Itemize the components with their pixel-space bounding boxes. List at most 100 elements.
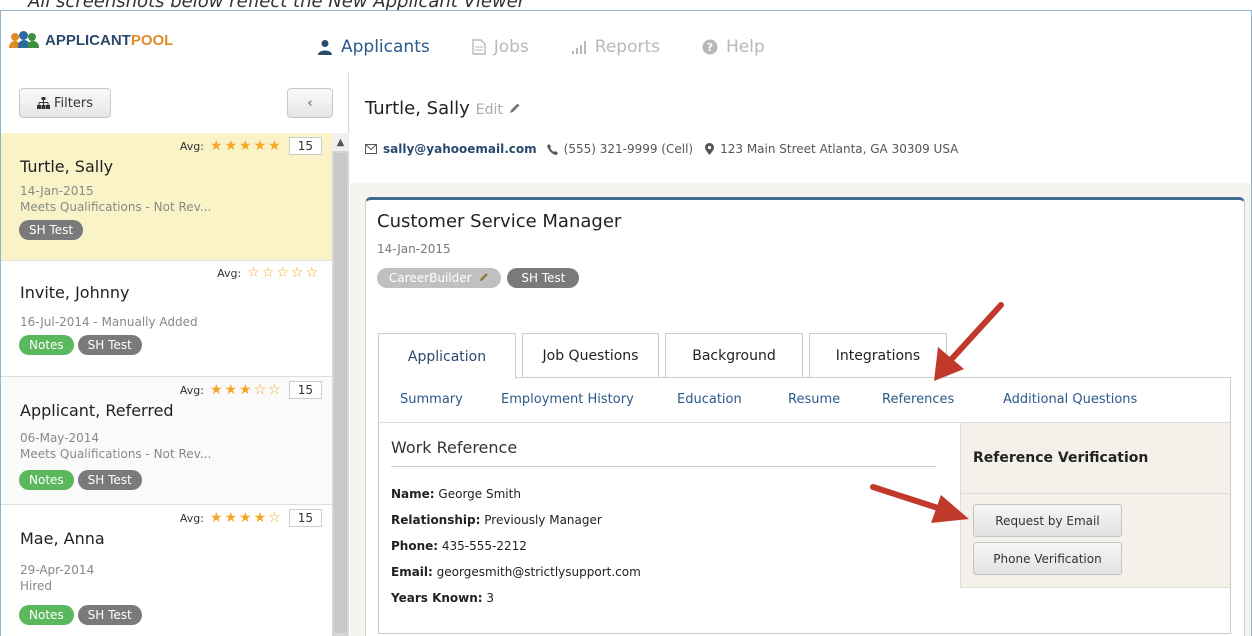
filters-label: Filters	[54, 95, 93, 111]
collapse-sidebar-button[interactable]: ‹	[287, 88, 333, 118]
applicant-card[interactable]: Avg: ★★★★☆ 15 Mae, Anna 29-Apr-2014 Hire…	[1, 505, 332, 636]
nav-applicants-label: Applicants	[341, 37, 430, 57]
work-reference: Work Reference Name: George Smith Relati…	[391, 438, 936, 611]
reference-years-label: Years Known:	[391, 591, 483, 605]
applicant-sidebar: Filters ‹ Avg: ★★★★★ 15 Turtle, Sally 14…	[1, 73, 349, 636]
applicant-date: 06-May-2014	[20, 431, 100, 445]
star-rating: ★★★★★	[209, 138, 283, 154]
reference-verification-panel: Reference Verification Request by Email …	[960, 423, 1231, 588]
nav-applicants[interactable]: Applicants	[317, 37, 430, 57]
filters-button[interactable]: Filters	[19, 88, 111, 118]
document-icon	[472, 39, 486, 55]
reference-years-row: Years Known: 3	[391, 585, 936, 611]
score-count: 15	[288, 509, 322, 527]
applicant-status: Hired	[20, 579, 53, 593]
subtab-references[interactable]: References	[882, 392, 954, 407]
star-rating: ☆☆☆☆☆	[247, 265, 320, 281]
tag-notes[interactable]: Notes	[19, 335, 74, 355]
tag-sh-test[interactable]: SH Test	[77, 335, 142, 355]
subtab-education[interactable]: Education	[677, 392, 742, 407]
reference-email: georgesmith@strictlysupport.com	[436, 565, 641, 579]
tab-content: Summary Employment History Education Res…	[378, 377, 1231, 634]
user-icon	[318, 40, 332, 55]
job-title: Customer Service Manager	[377, 211, 622, 232]
reference-phone-label: Phone:	[391, 539, 439, 553]
request-by-email-button[interactable]: Request by Email	[973, 504, 1122, 537]
app-logo[interactable]: APPLICANT POOL	[9, 31, 174, 49]
tag-list: SH Test	[19, 220, 84, 240]
reference-name-label: Name:	[391, 487, 435, 501]
star-rating: ★★★☆☆	[209, 382, 283, 398]
tag-list: Notes SH Test	[19, 470, 142, 490]
applicant-detail: Turtle, Sally Edit sally@yahooemail.com …	[350, 73, 1251, 636]
reference-name: George Smith	[438, 487, 521, 501]
applicant-name: Applicant, Referred	[20, 401, 174, 420]
subtab-resume[interactable]: Resume	[788, 392, 840, 407]
subtab-summary[interactable]: Summary	[400, 392, 463, 407]
applicant-name: Mae, Anna	[20, 529, 105, 548]
applicant-header: Turtle, Sally Edit sally@yahooemail.com …	[350, 73, 1251, 183]
pencil-icon[interactable]	[509, 102, 521, 114]
applicant-name: Turtle, Sally	[20, 157, 114, 176]
chevron-left-icon: ‹	[307, 95, 313, 111]
nav-help-label: Help	[726, 37, 765, 57]
list-scrollbar[interactable]: ▲	[332, 133, 349, 636]
applicant-address: 123 Main Street Atlanta, GA 30309 USA	[720, 142, 959, 156]
job-date: 14-Jan-2015	[377, 242, 451, 256]
applicant-card[interactable]: Avg: ★★★☆☆ 15 Applicant, Referred 06-May…	[1, 377, 332, 505]
scroll-thumb[interactable]	[334, 153, 347, 633]
scroll-up-arrow-icon[interactable]: ▲	[332, 133, 349, 151]
tag-notes[interactable]: Notes	[19, 470, 74, 490]
rating-row: Avg: ★★★☆☆ 15	[180, 381, 322, 399]
rating-row: Avg: ★★★★☆ 15	[180, 509, 322, 527]
applicant-phone: (555) 321-9999 (Cell)	[563, 142, 694, 156]
people-icon	[9, 31, 41, 49]
source-tag[interactable]: CareerBuilder	[377, 268, 502, 288]
source-tag-label: CareerBuilder	[389, 271, 472, 285]
nav-reports-label: Reports	[594, 37, 660, 57]
reference-years: 3	[486, 591, 495, 605]
map-marker-icon	[705, 143, 715, 155]
nav-jobs-label: Jobs	[493, 37, 529, 57]
logo-text-pool: POOL	[130, 31, 174, 49]
job-tags: CareerBuilder SH Test	[377, 268, 580, 288]
avg-label: Avg:	[179, 511, 204, 525]
reference-relationship-label: Relationship:	[391, 513, 481, 527]
nav-reports[interactable]: Reports	[571, 37, 660, 57]
tab-application[interactable]: Application	[378, 333, 516, 379]
reference-phone-row: Phone: 435-555-2212	[391, 533, 936, 559]
applicant-name: Invite, Johnny	[20, 283, 130, 302]
edit-link[interactable]: Edit	[476, 102, 503, 118]
top-navbar: APPLICANT POOL Applicants Jobs Reports ? …	[1, 11, 1251, 73]
verification-title: Reference Verification	[973, 450, 1149, 466]
tag-sh-test[interactable]: SH Test	[77, 470, 142, 490]
applicant-card[interactable]: Avg: ★★★★★ 15 Turtle, Sally 14-Jan-2015 …	[1, 133, 332, 261]
sitemap-icon	[37, 97, 51, 109]
applicant-date: 29-Apr-2014	[20, 563, 95, 577]
rating-row: Avg: ★★★★★ 15	[180, 137, 322, 155]
nav-help[interactable]: ? Help	[702, 37, 765, 57]
bar-chart-icon	[571, 41, 586, 54]
tag-list: Notes SH Test	[19, 335, 142, 355]
job-application-panel: Customer Service Manager 14-Jan-2015 Car…	[365, 197, 1245, 636]
avg-label: Avg:	[179, 383, 204, 397]
application-tabs: Application Job Questions Background Int…	[378, 333, 947, 379]
tag-sh-test[interactable]: SH Test	[19, 220, 84, 240]
tab-job-questions[interactable]: Job Questions	[522, 333, 659, 378]
applicant-date: 16-Jul-2014 - Manually Added	[20, 315, 198, 329]
nav-jobs[interactable]: Jobs	[472, 37, 529, 57]
tab-background[interactable]: Background	[665, 333, 803, 378]
phone-verification-button[interactable]: Phone Verification	[973, 542, 1122, 575]
subtab-additional-questions[interactable]: Additional Questions	[1003, 392, 1137, 407]
tag-sh-test[interactable]: SH Test	[77, 605, 142, 625]
tag-list: Notes SH Test	[19, 605, 142, 625]
phone-icon	[546, 143, 558, 155]
tag-sh-test[interactable]: SH Test	[507, 268, 580, 288]
main-nav: Applicants Jobs Reports ? Help	[317, 37, 807, 57]
logo-text-applicant: APPLICANT	[45, 31, 131, 49]
applicant-email[interactable]: sally@yahooemail.com	[383, 142, 537, 156]
applicant-card[interactable]: Avg: ☆☆☆☆☆ Invite, Johnny 16-Jul-2014 - …	[1, 261, 332, 377]
tag-notes[interactable]: Notes	[19, 605, 74, 625]
tab-integrations[interactable]: Integrations	[809, 333, 947, 378]
subtab-employment-history[interactable]: Employment History	[501, 392, 634, 407]
